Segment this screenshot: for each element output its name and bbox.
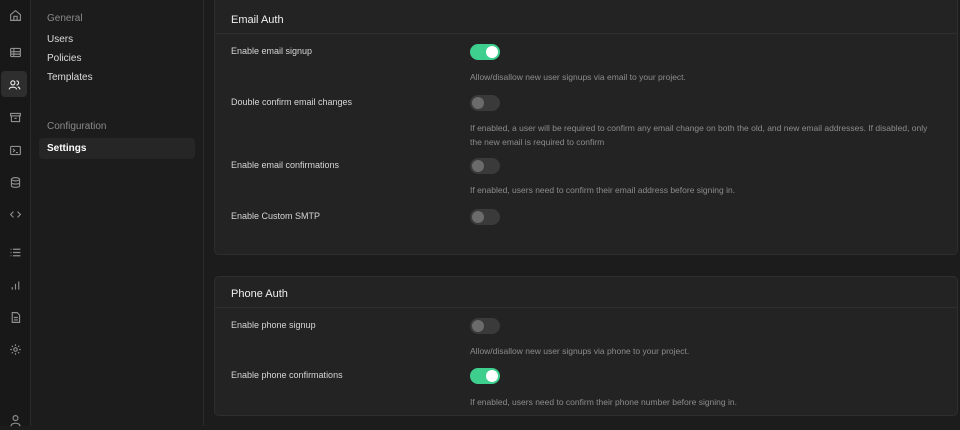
terminal-icon[interactable] <box>5 140 25 160</box>
custom-smtp-label: Enable Custom SMTP <box>231 211 321 221</box>
nav-item-settings[interactable]: Settings <box>39 138 195 159</box>
phone-confirmations-toggle[interactable] <box>470 368 500 384</box>
users-icon[interactable] <box>1 71 27 97</box>
toggle-knob <box>486 46 498 58</box>
auth-nav-sidebar: General Users Policies Templates Configu… <box>31 0 204 426</box>
user-icon[interactable] <box>5 410 25 430</box>
document-icon[interactable] <box>5 307 25 327</box>
toggle-knob <box>486 370 498 382</box>
bar-chart-icon[interactable] <box>5 275 25 295</box>
email-signup-label: Enable email signup <box>231 46 313 56</box>
nav-item-templates[interactable]: Templates <box>47 72 93 83</box>
main-content: Email Auth Enable email signup Allow/dis… <box>204 0 960 426</box>
code-icon[interactable] <box>5 204 25 224</box>
icon-rail <box>0 0 31 426</box>
card-divider <box>215 307 957 308</box>
phone-confirmations-description: If enabled, users need to confirm their … <box>470 397 737 407</box>
toggle-knob <box>472 160 484 172</box>
email-confirmations-toggle[interactable] <box>470 158 500 174</box>
database-icon[interactable] <box>5 172 25 192</box>
email-signup-description: Allow/disallow new user signups via emai… <box>470 72 686 82</box>
nav-item-policies[interactable]: Policies <box>47 53 81 64</box>
card-divider <box>215 33 957 34</box>
table-icon[interactable] <box>5 42 25 62</box>
email-auth-card: Email Auth Enable email signup Allow/dis… <box>214 0 958 255</box>
phone-auth-title: Phone Auth <box>231 288 288 300</box>
email-confirmations-label: Enable email confirmations <box>231 160 340 170</box>
list-icon[interactable] <box>5 242 25 262</box>
email-signup-toggle[interactable] <box>470 44 500 60</box>
gear-icon[interactable] <box>5 339 25 359</box>
archive-icon[interactable] <box>5 107 25 127</box>
toggle-knob <box>472 320 484 332</box>
nav-heading-general: General <box>47 13 83 24</box>
custom-smtp-toggle[interactable] <box>470 209 500 225</box>
double-confirm-toggle[interactable] <box>470 95 500 111</box>
toggle-knob <box>472 211 484 223</box>
phone-signup-label: Enable phone signup <box>231 320 316 330</box>
phone-auth-card: Phone Auth Enable phone signup Allow/dis… <box>214 276 958 416</box>
home-icon[interactable] <box>5 5 25 25</box>
email-confirmations-description: If enabled, users need to confirm their … <box>470 185 736 195</box>
nav-item-users[interactable]: Users <box>47 34 73 45</box>
phone-signup-description: Allow/disallow new user signups via phon… <box>470 346 690 356</box>
double-confirm-label: Double confirm email changes <box>231 97 353 107</box>
toggle-knob <box>472 97 484 109</box>
phone-confirmations-label: Enable phone confirmations <box>231 370 343 380</box>
email-auth-title: Email Auth <box>231 14 284 26</box>
phone-signup-toggle[interactable] <box>470 318 500 334</box>
double-confirm-description: If enabled, a user will be required to c… <box>470 123 928 147</box>
nav-heading-configuration: Configuration <box>47 121 107 132</box>
